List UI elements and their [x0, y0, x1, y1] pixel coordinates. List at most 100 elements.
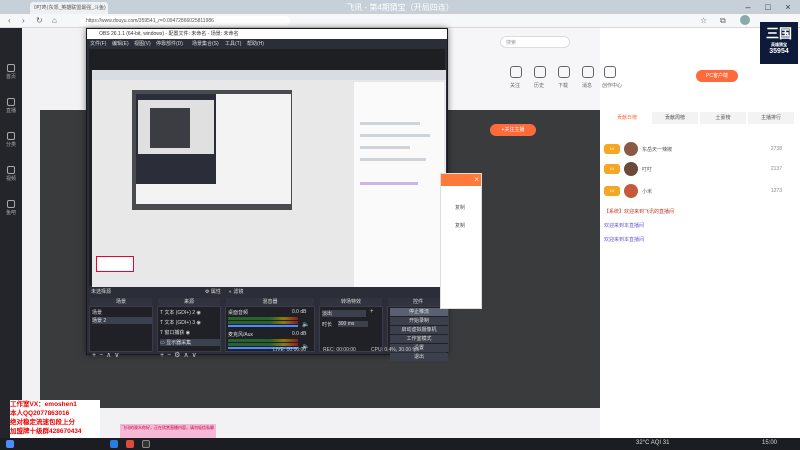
sidebar-item-fishbar[interactable]: 鱼吧 [0, 200, 22, 216]
scene-item[interactable]: 场景 [92, 309, 102, 316]
preview-line [360, 122, 420, 125]
menu-docks[interactable]: 停靠部件(D) [156, 40, 183, 47]
history-icon[interactable] [534, 66, 546, 78]
studio-mode-button[interactable]: 工作室模式 [390, 335, 448, 343]
rank-score: 2738 [770, 146, 782, 152]
properties-button[interactable]: ⚙ 属性 [205, 288, 221, 295]
rank-badge: LV [604, 164, 620, 174]
popup-header: × [441, 174, 481, 186]
popup-item[interactable]: 复制 [455, 222, 465, 229]
rank-badge: LV [604, 186, 620, 196]
speaker-icon[interactable]: 🔈 [302, 321, 309, 328]
site-search-input[interactable]: 搜索 [500, 36, 570, 48]
sidebar-item-label: 分类 [5, 142, 16, 148]
menu-help[interactable]: 帮助(H) [247, 40, 264, 47]
audio-meter [228, 339, 298, 342]
eye-icon[interactable]: ◉ [196, 310, 200, 316]
rank-name: 东岳天一辣椒 [642, 147, 673, 153]
forward-icon[interactable]: › [22, 16, 25, 25]
back-icon[interactable]: ‹ [8, 16, 11, 25]
follow-icon[interactable] [510, 66, 522, 78]
filters-button[interactable]: ◐ 滤镜 [229, 288, 243, 295]
tab-anchor-rank[interactable]: 主播排行 [748, 112, 794, 124]
start-icon[interactable] [6, 440, 14, 448]
creator-icon[interactable] [604, 66, 616, 78]
right-panel: 创作中心 [600, 28, 800, 438]
nav-label-message: 消息 [582, 83, 593, 89]
menu-view[interactable]: 视图(V) [134, 40, 151, 47]
sidebar-item-live[interactable]: 直播 [0, 98, 22, 114]
mixer-track-name: 麦克风/Aux [228, 332, 254, 338]
edge-icon[interactable] [110, 440, 118, 448]
rank-row[interactable]: LV 东岳天一辣椒 2738 [604, 142, 794, 160]
tab-weekly[interactable]: 贡献周榜 [652, 112, 698, 124]
add-transition-icon[interactable]: + [370, 309, 374, 315]
obs-preview[interactable] [89, 49, 446, 301]
tab-rich[interactable]: 土豪榜 [700, 112, 746, 124]
preview-line [360, 182, 418, 185]
scene-item[interactable]: 场景 2 [92, 317, 152, 324]
cpu-status: CPU: 0.4%, 30.00 fps [371, 347, 420, 353]
transition-select[interactable]: 淡出 [322, 310, 366, 317]
sidebar-item-home[interactable]: 首页 [0, 64, 22, 80]
tab-daily[interactable]: 贡献日榜 [604, 112, 650, 124]
sidebar-item-video[interactable]: 视频 [0, 166, 22, 182]
volume-slider[interactable] [228, 325, 298, 327]
address-bar[interactable]: https://www.douyu.com/359541_r=0.0947286… [80, 16, 290, 26]
filters-label: 滤镜 [233, 289, 244, 295]
duration-label: 时长 [322, 322, 333, 328]
message-icon[interactable] [582, 66, 594, 78]
rank-score: 2137 [770, 166, 782, 172]
rank-badge: LV [604, 144, 620, 154]
close-icon[interactable]: × [474, 175, 479, 184]
audio-meter [228, 321, 298, 324]
source-item[interactable]: T 文本 (GDI+) 3 ◉ [160, 319, 201, 326]
preview-capture [92, 70, 446, 301]
home-icon[interactable]: ⌂ [52, 16, 57, 25]
browser-tab[interactable]: 0叮咚(东郊_英雄联盟最强_斗鱼) [30, 2, 108, 14]
duration-input[interactable]: 300 ms [338, 321, 368, 327]
virtual-camera-button[interactable]: 启动虚拟摄像机 [390, 326, 448, 334]
weather-text: 32°C AQI 31 [636, 440, 670, 446]
rank-row[interactable]: LV 小米 1273 [604, 184, 794, 202]
follow-button[interactable]: +关注主播 [490, 124, 536, 136]
obs-taskbar-icon[interactable] [142, 440, 150, 448]
avatar [624, 184, 638, 198]
favorites-icon[interactable]: ☆ [700, 16, 707, 25]
notification-toast: 飞讯的观众你好，正在欣赏直播内容，请勿轻信私聊 [120, 424, 216, 438]
sidebar-item-label: 首页 [5, 74, 16, 80]
preview-watermark [96, 256, 134, 272]
eye-icon[interactable]: ◉ [196, 320, 200, 326]
logo-text: 三国 [765, 26, 792, 41]
preview-line [360, 158, 426, 161]
start-recording-button[interactable]: 开始录制 [390, 317, 448, 325]
download-icon[interactable] [558, 66, 570, 78]
pc-client-button[interactable]: PC客户端 [696, 70, 738, 82]
menu-edit[interactable]: 编辑(E) [112, 40, 129, 47]
menu-file[interactable]: 文件(F) [90, 40, 106, 47]
app-icon[interactable] [126, 440, 134, 448]
logo-room-number: 35954 [769, 48, 789, 55]
mixer-track-name: 桌面音频 [228, 310, 249, 316]
minimize-icon[interactable]: – [740, 1, 756, 13]
maximize-icon[interactable]: □ [760, 1, 776, 13]
menu-scene-collection[interactable]: 场景集合(S) [192, 40, 219, 47]
close-icon[interactable]: × [780, 1, 796, 13]
source-item[interactable]: T 窗口捕获 ◉ [160, 329, 190, 336]
popup-item[interactable]: 复制 [455, 204, 465, 211]
scenes-header: 场景 [90, 298, 152, 306]
source-label: 文本 (GDI+) 2 [164, 310, 196, 316]
obs-statusbar: LIVE: 00:00:00 REC: 00:00:00 CPU: 0.4%, … [89, 345, 445, 355]
source-item[interactable]: T 文本 (GDI+) 2 ◉ [160, 309, 201, 316]
menu-tools[interactable]: 工具(T) [225, 40, 241, 47]
mixer-track-db: 0.0 dB [292, 331, 307, 337]
profile-avatar[interactable] [740, 15, 750, 25]
refresh-icon[interactable]: ↻ [36, 16, 43, 25]
eye-icon[interactable]: ◉ [186, 330, 190, 336]
home-icon [7, 64, 15, 72]
sidebar-item-category[interactable]: 分类 [0, 132, 22, 148]
collections-icon[interactable]: ⧉ [720, 16, 726, 26]
stop-streaming-button[interactable]: 停止推流 [390, 308, 448, 316]
rank-row[interactable]: LV 叮叮 2137 [604, 162, 794, 180]
video-icon [7, 166, 15, 174]
